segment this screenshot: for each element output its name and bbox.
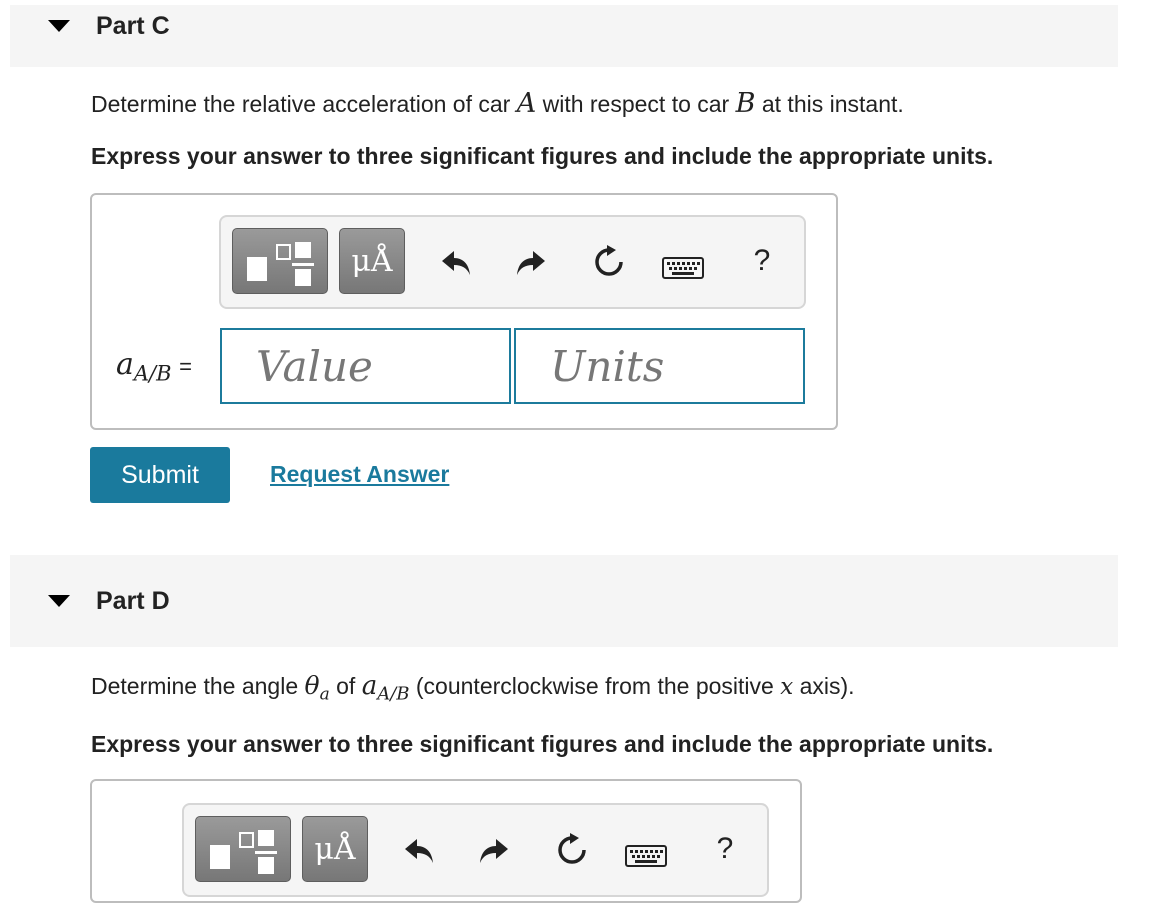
part-d-instruction: Express your answer to three significant… xyxy=(91,731,994,757)
part-d-answer-box: μÅ ? xyxy=(90,779,802,903)
keyboard-icon[interactable] xyxy=(661,255,705,285)
part-c-title: Part C xyxy=(96,12,170,40)
redo-icon[interactable] xyxy=(474,835,514,871)
units-input[interactable]: Units xyxy=(514,328,805,404)
collapse-triangle-icon[interactable] xyxy=(48,20,70,32)
value-input[interactable]: Value xyxy=(220,328,511,404)
redo-icon[interactable] xyxy=(511,247,551,283)
part-d-title: Part D xyxy=(96,587,170,615)
templates-button[interactable] xyxy=(232,228,328,294)
math-toolbar: μÅ ? xyxy=(219,215,806,309)
templates-button[interactable] xyxy=(195,816,291,882)
part-d-header[interactable]: Part D xyxy=(10,555,1118,647)
units-button[interactable]: μÅ xyxy=(302,816,368,882)
help-button[interactable]: ? xyxy=(710,834,740,864)
part-c-answer-box: μÅ ? aA/B = Value Units xyxy=(90,193,838,430)
units-button[interactable]: μÅ xyxy=(339,228,405,294)
reset-icon[interactable] xyxy=(589,245,629,285)
request-answer-link[interactable]: Request Answer xyxy=(270,461,449,488)
part-c-header[interactable]: Part C xyxy=(10,5,1118,67)
undo-icon[interactable] xyxy=(399,835,439,871)
submit-button[interactable]: Submit xyxy=(90,447,230,503)
help-button[interactable]: ? xyxy=(747,246,777,276)
math-toolbar: μÅ ? xyxy=(182,803,769,897)
reset-icon[interactable] xyxy=(552,833,592,873)
part-c-instruction: Express your answer to three significant… xyxy=(91,143,994,169)
variable-label: aA/B = xyxy=(116,347,192,386)
undo-icon[interactable] xyxy=(436,247,476,283)
fraction-template-icon xyxy=(247,242,314,286)
part-d-question: Determine the angle θa of aA/B (counterc… xyxy=(91,671,855,705)
keyboard-icon[interactable] xyxy=(624,843,668,873)
fraction-template-icon xyxy=(210,830,277,874)
collapse-triangle-icon[interactable] xyxy=(48,595,70,607)
part-c-question: Determine the relative acceleration of c… xyxy=(91,88,904,119)
